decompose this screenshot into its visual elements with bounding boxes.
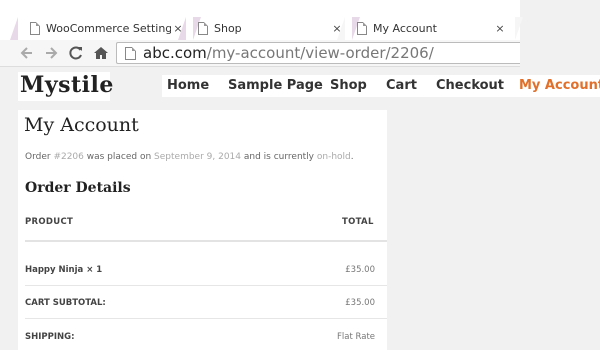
table-row-value: £35.00 — [345, 298, 375, 308]
browser-tab-my-account[interactable]: My Account × — [337, 17, 523, 40]
nav-my-account[interactable]: My Account — [519, 78, 600, 93]
logo-box[interactable]: Mystile — [18, 72, 113, 101]
nav-cart[interactable]: Cart — [386, 78, 417, 93]
page-icon — [125, 46, 136, 60]
table-divider — [25, 285, 387, 286]
nav-sample-page[interactable]: Sample Page — [228, 78, 323, 93]
site-logo[interactable]: Mystile — [20, 72, 114, 98]
browser-toolbar: abc.com/my-account/view-order/2206/ — [0, 40, 520, 67]
order-status-note: Order #2206 was placed on September 9, 2… — [25, 152, 354, 162]
table-row-value: £35.00 — [345, 265, 375, 275]
section-title-order-details: Order Details — [25, 180, 131, 196]
order-date: September 9, 2014 — [154, 152, 242, 162]
table-divider — [25, 318, 387, 319]
table-row-cart-subtotal: CART SUBTOTAL: — [25, 298, 106, 308]
close-icon[interactable]: × — [493, 22, 507, 35]
column-header-total: TOTAL — [342, 217, 374, 227]
tab-label: WooCommerce Settings ‹ — [46, 22, 171, 35]
page-title: My Account — [24, 114, 139, 136]
order-text: . — [350, 152, 354, 162]
order-status: on-hold — [316, 152, 351, 162]
order-text: was placed on — [83, 152, 155, 162]
page-icon — [198, 22, 208, 35]
table-row-value: Flat Rate — [337, 332, 375, 342]
url-path: /my-account/view-order/2206/ — [206, 44, 434, 62]
column-header-product: PRODUCT — [25, 217, 74, 227]
table-divider — [25, 240, 387, 242]
tab-label: My Account — [373, 22, 437, 35]
address-bar[interactable]: abc.com/my-account/view-order/2206/ — [116, 42, 520, 64]
browser-tab-woocommerce-settings[interactable]: WooCommerce Settings ‹ × — [10, 17, 201, 40]
home-icon[interactable] — [92, 44, 110, 62]
order-number[interactable]: #2206 — [53, 152, 83, 162]
table-row-product: Happy Ninja × 1 — [25, 265, 103, 275]
reload-icon[interactable] — [67, 44, 85, 62]
page-icon — [30, 22, 40, 35]
order-text: and is currently — [241, 152, 317, 162]
browser-tab-shop[interactable]: Shop × — [178, 17, 360, 40]
nav-checkout[interactable]: Checkout — [436, 78, 504, 93]
page-icon — [357, 22, 367, 35]
tab-label: Shop — [214, 22, 242, 35]
url-host: abc.com — [143, 44, 207, 62]
nav-home[interactable]: Home — [167, 78, 209, 93]
nav-shop[interactable]: Shop — [330, 78, 367, 93]
table-row-shipping: SHIPPING: — [25, 332, 75, 342]
site-header: Mystile Home Sample Page Shop Cart Check… — [0, 67, 600, 105]
browser-tab-strip: WooCommerce Settings ‹ × Shop × My Accou… — [0, 0, 523, 40]
arrow-right-icon[interactable] — [42, 44, 60, 62]
arrow-left-icon[interactable] — [18, 44, 36, 62]
main-nav: Home Sample Page Shop Cart Checkout My A… — [162, 75, 600, 97]
main-content: My Account Order #2206 was placed on Sep… — [18, 110, 387, 350]
order-text: Order — [25, 152, 54, 162]
